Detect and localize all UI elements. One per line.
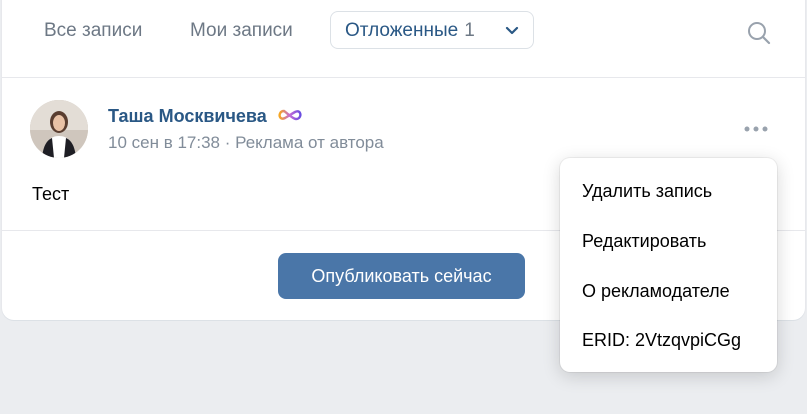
publish-now-button[interactable]: Опубликовать сейчас [278, 253, 525, 299]
infinity-icon [278, 105, 302, 125]
menu-item-edit[interactable]: Редактировать [582, 231, 706, 252]
menu-item-delete[interactable]: Удалить запись [582, 181, 712, 202]
post-meta: 10 сен в 17:38 · Реклама от автора [108, 133, 384, 153]
avatar[interactable] [30, 100, 88, 158]
tab-postponed[interactable]: Отложенные 1 [330, 11, 534, 49]
tab-my-posts[interactable]: Мои записи [190, 14, 293, 48]
search-icon[interactable] [746, 20, 772, 46]
more-icon[interactable] [743, 122, 769, 140]
ad-label: Реклама от автора [235, 133, 384, 152]
tab-all-posts[interactable]: Все записи [44, 14, 142, 48]
tab-postponed-label: Отложенные [345, 20, 459, 41]
author-name[interactable]: Таша Москвичева [108, 106, 267, 126]
post-date[interactable]: 10 сен в 17:38 [108, 133, 220, 152]
chevron-down-icon [505, 12, 519, 62]
post-text: Тест [32, 184, 70, 204]
post-tabs: Все записи Мои записи Отложенные 1 [2, 0, 805, 78]
menu-item-advertiser[interactable]: О рекламодателе [582, 281, 730, 302]
tab-postponed-count: 1 [464, 20, 475, 41]
menu-item-erid[interactable]: ERID: 2VtzqvpiCGg [582, 330, 741, 351]
author-line: Таша Москвичева [108, 105, 302, 127]
meta-separator: · [224, 133, 236, 152]
post-actions-menu: Удалить запись Редактировать О рекламода… [560, 158, 777, 372]
